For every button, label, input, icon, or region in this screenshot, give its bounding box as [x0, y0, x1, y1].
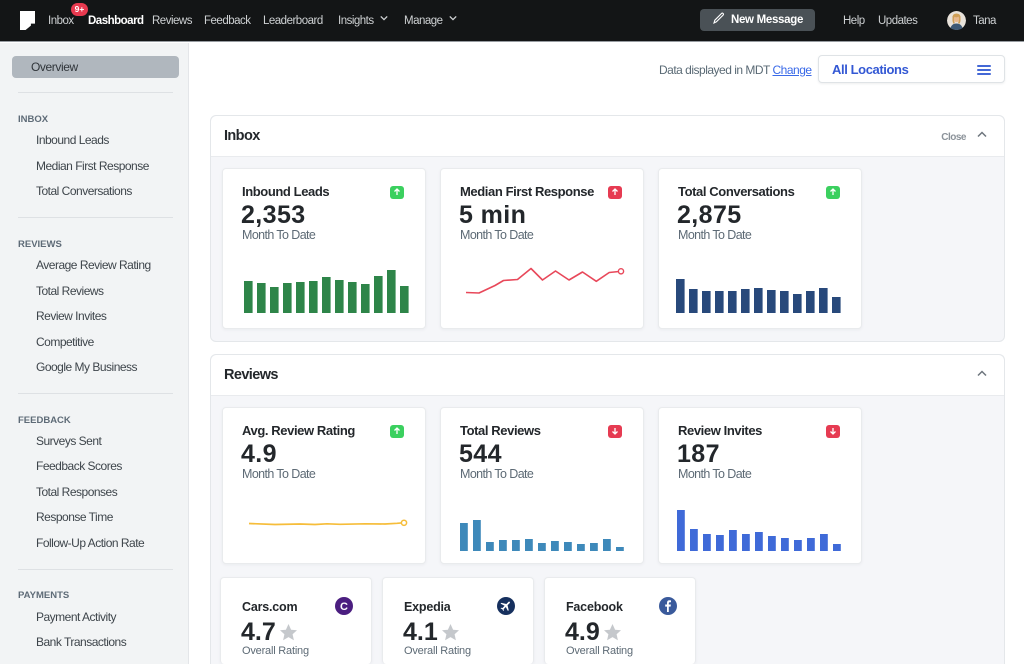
- svg-text:C: C: [340, 601, 348, 613]
